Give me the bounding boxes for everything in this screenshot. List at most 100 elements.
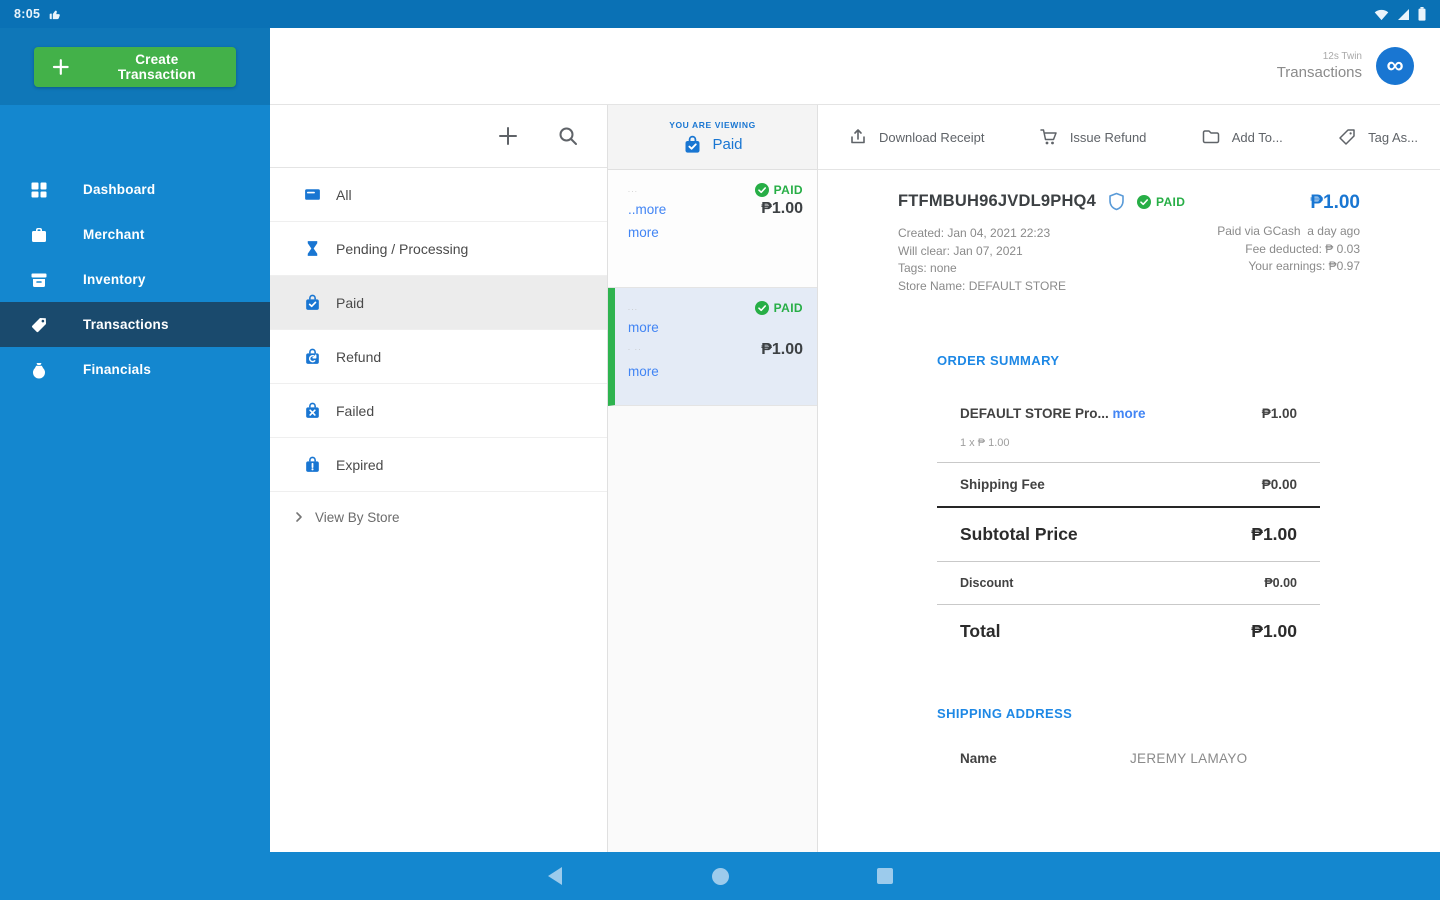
back-triangle-icon — [548, 867, 562, 885]
wifi-icon — [1374, 8, 1389, 21]
download-receipt-button[interactable]: Download Receipt — [848, 127, 985, 147]
status-badge: PAID — [754, 183, 803, 197]
bag-check-icon — [303, 293, 322, 312]
create-transaction-label: Create Transaction — [117, 51, 196, 82]
detail-toolbar: Download Receipt Issue Refund Add To... — [818, 105, 1440, 170]
detail-body: FTFMBUH96JVDL9PHQ4 PAID Created: Jan 04,… — [818, 170, 1440, 852]
transaction-list-item-selected[interactable]: ... PAID more . .. ₱1.00 more — [608, 288, 817, 406]
viewing-value: Paid — [712, 135, 743, 153]
check-circle-icon — [754, 183, 769, 197]
archive-box-icon — [30, 271, 48, 289]
battery-icon — [1418, 7, 1426, 21]
total-value: ₱1.00 — [1251, 621, 1297, 641]
home-circle-icon — [711, 867, 729, 885]
view-by-store-toggle[interactable]: View By Store — [270, 492, 607, 542]
name-label: Name — [960, 751, 997, 766]
briefcase-icon — [30, 226, 48, 244]
more-link[interactable]: ..more — [628, 200, 666, 220]
filter-item-all[interactable]: All — [270, 168, 607, 222]
tag-as-button[interactable]: Tag As... — [1337, 127, 1418, 147]
more-link[interactable]: more — [628, 318, 659, 338]
payment-meta: Paid via GCash a day ago Fee deducted: ₱… — [1217, 224, 1360, 273]
status-badge: PAID — [1136, 194, 1185, 209]
hourglass-icon — [303, 239, 322, 258]
viewing-caption: YOU ARE VIEWING — [669, 119, 756, 130]
sidebar-header: Create Transaction — [0, 28, 270, 105]
more-link[interactable]: more — [628, 223, 659, 243]
transaction-meta: Created: Jan 04, 2021 22:23 Will clear: … — [898, 226, 1067, 293]
issue-refund-button[interactable]: Issue Refund — [1039, 127, 1146, 147]
dashboard-icon — [30, 181, 48, 199]
name-value: JEREMY LAMAYO — [1130, 751, 1248, 766]
recents-button[interactable] — [865, 859, 905, 893]
more-link[interactable]: more — [1113, 406, 1146, 421]
recents-square-icon — [877, 868, 893, 884]
sidebar-nav: Dashboard Merchant Inventory Transaction… — [0, 167, 270, 392]
discount-label: Discount — [960, 576, 1014, 590]
clock: 8:05 — [14, 7, 41, 21]
page-title: Transactions — [1276, 64, 1362, 81]
filter-item-failed[interactable]: Failed — [270, 384, 607, 438]
add-icon[interactable] — [495, 123, 521, 149]
tag-outline-icon — [1339, 129, 1355, 145]
shield-icon[interactable] — [1108, 192, 1125, 211]
more-link[interactable]: more — [628, 362, 659, 382]
plus-icon — [52, 58, 69, 75]
transaction-header: FTFMBUH96JVDL9PHQ4 PAID Created: Jan 04,… — [818, 170, 1440, 295]
order-item-name: DEFAULT STORE Pro... more — [960, 406, 1146, 421]
sidebar-item-dashboard[interactable]: Dashboard — [0, 167, 270, 212]
subtotal-label: Subtotal Price — [960, 524, 1078, 544]
chevron-right-icon — [296, 512, 302, 522]
transaction-total-amount: ₱1.00 — [1310, 192, 1360, 213]
filter-item-paid[interactable]: Paid — [270, 276, 607, 330]
viewing-header: YOU ARE VIEWING Paid — [608, 105, 817, 170]
filter-item-expired[interactable]: Expired — [270, 438, 607, 492]
profile-avatar[interactable]: ∞ — [1376, 47, 1414, 85]
tag-icon — [30, 316, 48, 334]
transaction-list-item[interactable]: ... PAID ..more ₱1.00 more — [608, 170, 817, 288]
transaction-amount: ₱1.00 — [761, 200, 803, 217]
bag-refund-icon — [303, 347, 322, 366]
sidebar-item-transactions[interactable]: Transactions — [0, 302, 270, 347]
transaction-list-column: YOU ARE VIEWING Paid ... PAID ..more ₱1.… — [608, 105, 818, 852]
filter-toolbar — [270, 105, 607, 168]
shipping-fee-label: Shipping Fee — [960, 477, 1045, 492]
back-button[interactable] — [535, 859, 575, 893]
discount-value: ₱0.00 — [1264, 576, 1297, 590]
filter-item-pending[interactable]: Pending / Processing — [270, 222, 607, 276]
order-summary-section: ORDER SUMMARY DEFAULT STORE Pro... more … — [937, 353, 1320, 658]
search-icon[interactable] — [555, 123, 581, 149]
home-button[interactable] — [700, 859, 740, 893]
filter-item-refund[interactable]: Refund — [270, 330, 607, 384]
app-screen: 8:05 Create Transaction Dashboard Mercha… — [0, 0, 1440, 900]
bag-failed-icon — [303, 401, 322, 420]
sidebar-item-merchant[interactable]: Merchant — [0, 212, 270, 257]
notification-hand-icon — [48, 7, 63, 22]
signal-icon — [1397, 8, 1410, 21]
transaction-detail-panel: Download Receipt Issue Refund Add To... — [818, 105, 1440, 852]
transaction-amount: ₱1.00 — [761, 341, 803, 358]
folder-icon — [1202, 130, 1219, 144]
check-circle-icon — [754, 301, 769, 315]
bag-expired-icon — [303, 455, 322, 474]
shipping-address-section: SHIPPING ADDRESS Name JEREMY LAMAYO — [937, 706, 1320, 766]
order-summary-heading: ORDER SUMMARY — [937, 353, 1060, 368]
check-circle-icon — [1136, 194, 1151, 209]
order-item-price: ₱1.00 — [1261, 406, 1297, 421]
money-bag-icon — [30, 361, 48, 379]
add-to-button[interactable]: Add To... — [1201, 127, 1283, 147]
create-transaction-button[interactable]: Create Transaction — [34, 46, 236, 87]
shipping-fee-value: ₱0.00 — [1261, 477, 1297, 492]
filter-column: All Pending / Processing Paid Refund Fai… — [270, 105, 608, 852]
bag-check-icon — [685, 135, 700, 153]
all-transactions-icon — [303, 185, 322, 204]
subtotal-value: ₱1.00 — [1251, 524, 1297, 544]
status-bar: 8:05 — [0, 0, 1440, 28]
download-icon — [851, 129, 865, 144]
main-area: 12s Twin Transactions ∞ All Pending / Pr… — [270, 28, 1440, 852]
account-name: 12s Twin — [1322, 51, 1362, 62]
sidebar-item-financials[interactable]: Financials — [0, 347, 270, 392]
status-badge: PAID — [754, 301, 803, 315]
shipping-address-heading: SHIPPING ADDRESS — [937, 706, 1073, 721]
sidebar-item-inventory[interactable]: Inventory — [0, 257, 270, 302]
